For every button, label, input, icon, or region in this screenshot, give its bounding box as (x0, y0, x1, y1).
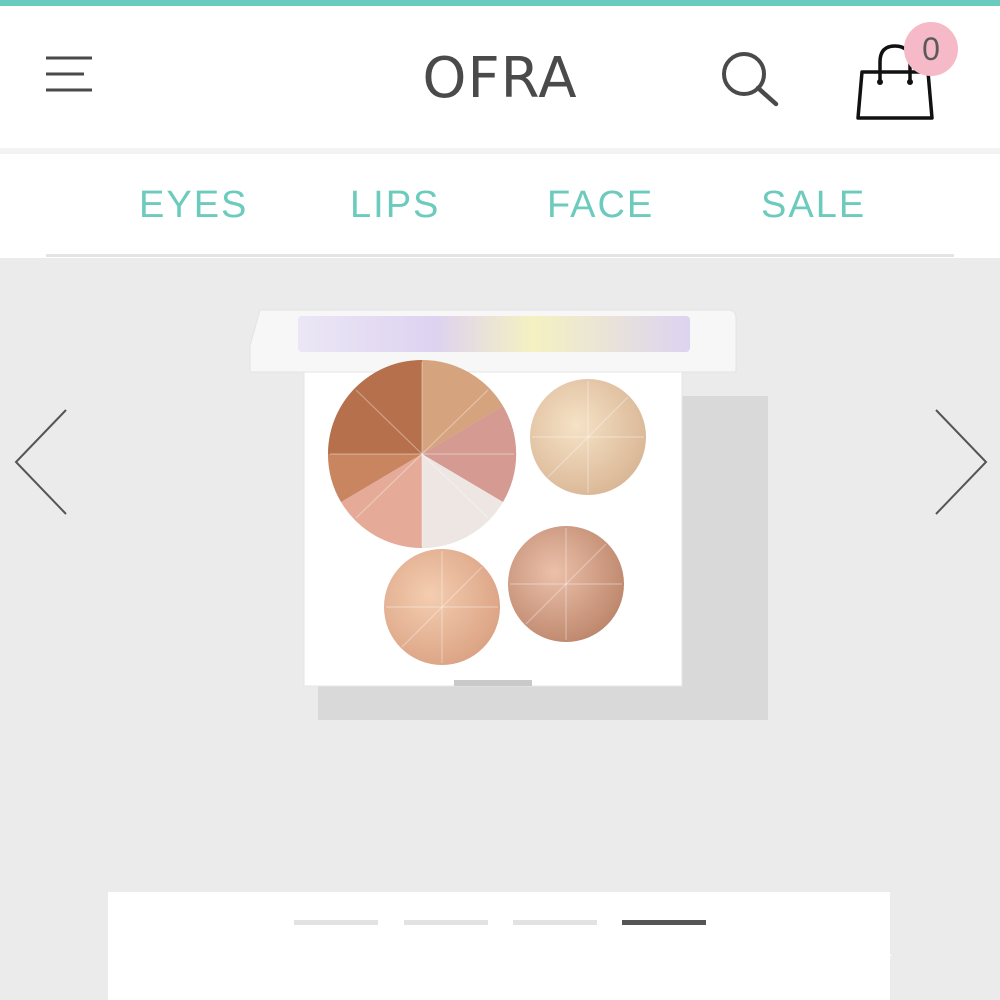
category-nav: EYES LIPS FACE SALE (0, 154, 1000, 258)
product-image (249, 309, 768, 720)
nav-divider (46, 254, 954, 257)
product-info-card (108, 892, 890, 1000)
carousel-dot-2[interactable] (404, 920, 488, 925)
carousel-dot-4[interactable] (622, 920, 706, 925)
carousel-dot-3[interactable] (513, 920, 597, 925)
card-corner (824, 892, 892, 956)
nav-item-lips[interactable]: LIPS (350, 184, 440, 227)
nav-item-face[interactable]: FACE (547, 184, 654, 227)
cart-count-badge[interactable]: 0 (904, 22, 958, 76)
carousel-dot-1[interactable] (294, 920, 378, 925)
brand-logo[interactable]: OFRA (0, 46, 1000, 111)
nav-item-sale[interactable]: SALE (761, 184, 866, 227)
chevron-left-icon[interactable] (12, 408, 72, 516)
nav-item-eyes[interactable]: EYES (139, 184, 248, 227)
site-header: OFRA (0, 6, 1000, 148)
search-icon[interactable] (716, 46, 782, 112)
chevron-right-icon[interactable] (930, 408, 990, 516)
